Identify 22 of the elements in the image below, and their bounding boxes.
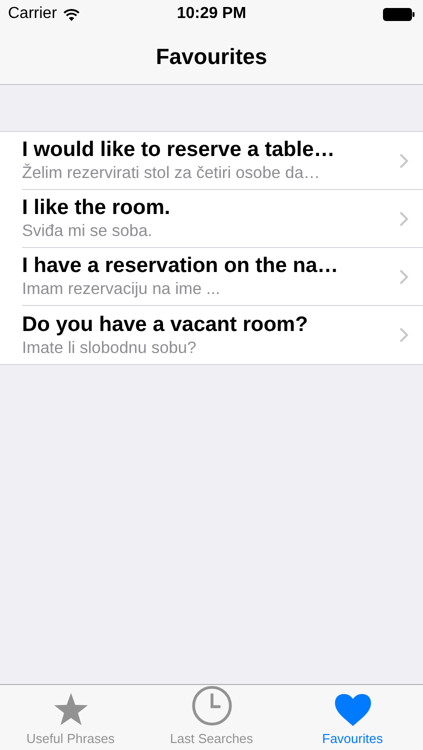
phrase-translation: Imam rezervaciju na ime ... bbox=[22, 279, 222, 300]
chevron-icon bbox=[399, 210, 409, 226]
phrase-title: I like the room. bbox=[22, 195, 172, 221]
phrase-row[interactable]: Do you have a vacant room? Imate li slobodnu sobu? bbox=[0, 306, 423, 364]
phrase-title: I would like to reserve a table… bbox=[22, 137, 336, 163]
carrier-label: Carrier bbox=[8, 4, 57, 24]
nav-title: Favourites bbox=[156, 42, 268, 70]
phrase-title: I have a reservation on the na… bbox=[22, 253, 340, 279]
chevron-icon bbox=[399, 268, 409, 284]
phrase-translation: Sviđa mi se soba. bbox=[22, 221, 154, 242]
phrase-title: Do you have a vacant room? bbox=[22, 312, 309, 338]
clock-time: 10:29 PM bbox=[176, 4, 246, 24]
phrase-row[interactable]: I have a reservation on the na… Imam rezervaciju na ime ... bbox=[0, 248, 423, 306]
wifi-icon bbox=[62, 8, 80, 20]
chevron-icon bbox=[399, 327, 409, 343]
chevron-icon bbox=[399, 152, 409, 168]
phrase-row[interactable]: I like the room. Sviđa mi se soba. bbox=[0, 190, 423, 248]
phrase-translation: Imate li slobodnu sobu? bbox=[22, 338, 198, 358]
phrase-translation: Želim rezervirati stol za četiri osobe da… bbox=[22, 163, 322, 184]
battery-icon bbox=[383, 8, 415, 20]
phrase-row[interactable]: I would like to reserve a table… Želim rezervirati stol za četiri osobe da… bbox=[0, 132, 423, 190]
tab-button[interactable]: Favourites bbox=[282, 685, 423, 750]
